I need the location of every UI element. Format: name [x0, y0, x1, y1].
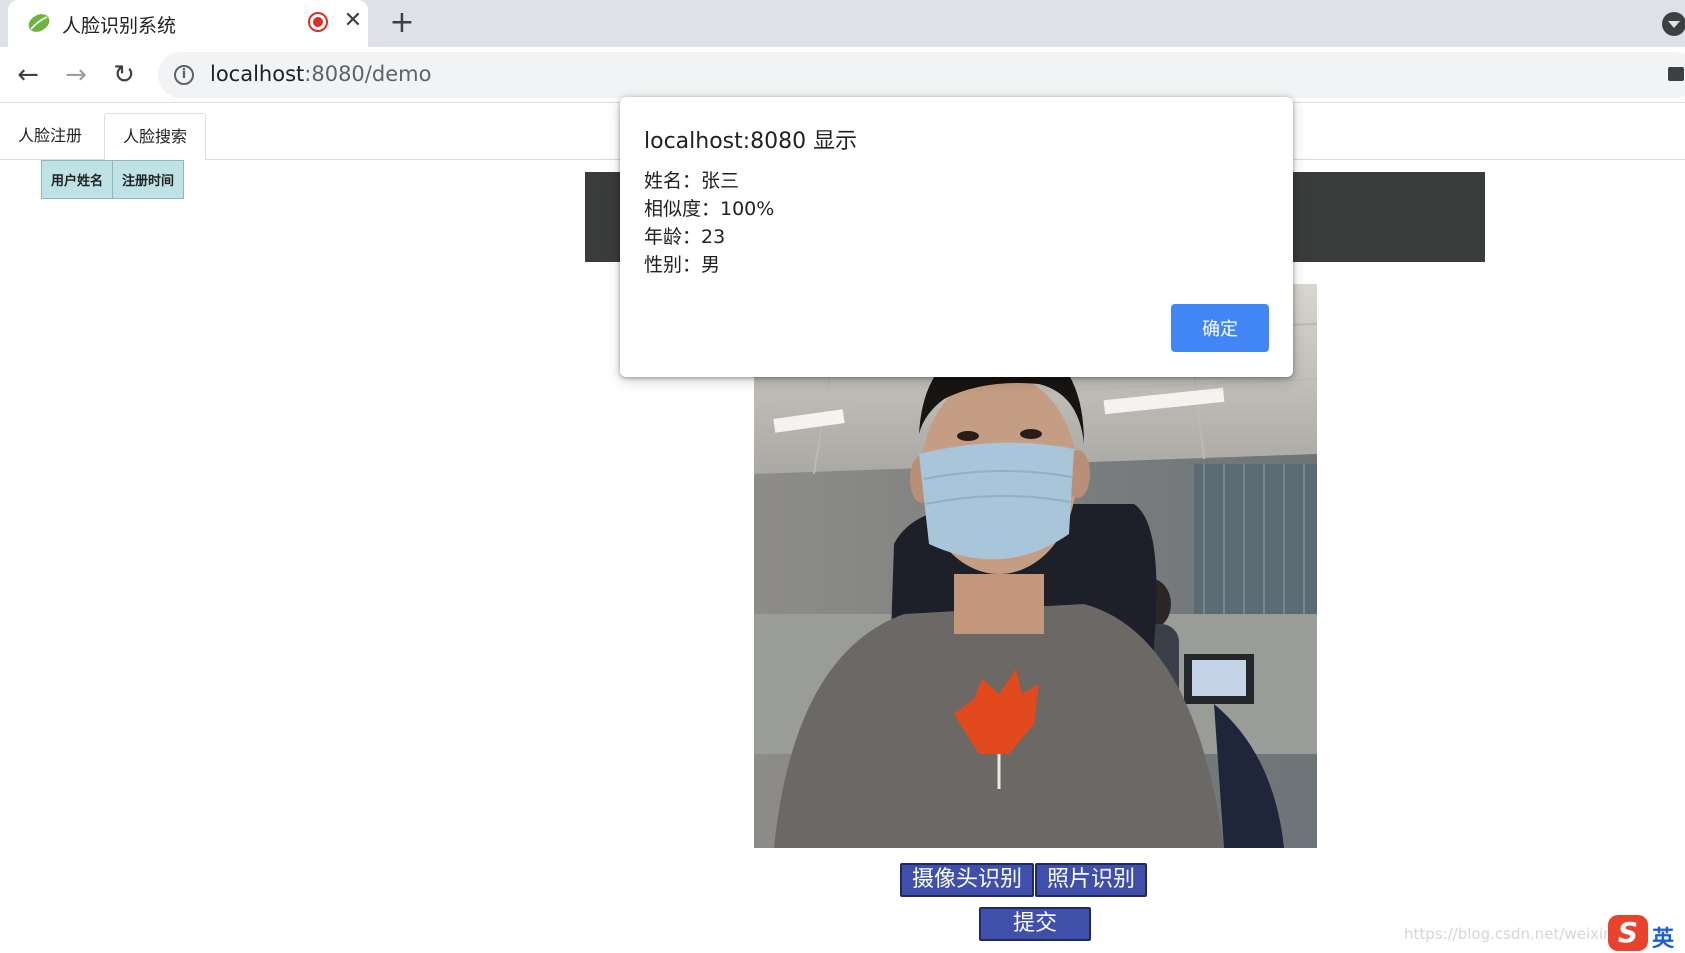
dialog-ok-button[interactable]: 确定 [1171, 304, 1269, 352]
dialog-title: localhost:8080 显示 [644, 129, 858, 154]
recording-icon [308, 12, 328, 32]
browser-toolbar: ← → ↻ i localhost:8080/demo [0, 47, 1685, 103]
alert-dialog: localhost:8080 显示 姓名：张三 相似度：100% 年龄：23 性… [620, 97, 1293, 377]
tab-face-register[interactable]: 人脸注册 [0, 113, 100, 161]
recognition-button-row: 摄像头识别 照片识别 [900, 863, 1148, 897]
url-text: localhost:8080/demo [210, 62, 431, 86]
address-bar[interactable]: i localhost:8080/demo [158, 52, 1685, 98]
tab-search-icon[interactable] [1662, 12, 1685, 36]
new-tab-button[interactable]: + [385, 6, 419, 40]
result-similarity: 相似度：100% [644, 198, 775, 220]
result-name: 姓名：张三 [644, 170, 740, 192]
extension-icon[interactable] [1668, 67, 1684, 81]
back-button[interactable]: ← [10, 57, 46, 93]
camera-recognize-button[interactable]: 摄像头识别 [900, 863, 1035, 897]
browser-tab[interactable]: 人脸识别系统 ✕ [8, 0, 368, 47]
submit-button[interactable]: 提交 [979, 907, 1091, 941]
ime-mode-indicator[interactable]: 英 [1652, 921, 1674, 953]
tab-face-search[interactable]: 人脸搜索 [104, 113, 207, 161]
site-info-icon[interactable]: i [174, 65, 194, 85]
watermark-text: https://blog.csdn.net/weixin_ [1404, 925, 1621, 943]
sogou-ime-icon[interactable]: S [1608, 915, 1648, 951]
dialog-message: 姓名：张三 相似度：100% 年龄：23 性别：男 [644, 167, 774, 279]
column-header-register-time: 注册时间 [112, 160, 185, 199]
reload-button[interactable]: ↻ [106, 57, 142, 93]
close-tab-icon[interactable]: ✕ [340, 8, 366, 34]
table-header-row: 用户姓名 注册时间 [40, 160, 185, 199]
tab-title: 人脸识别系统 [62, 15, 177, 37]
result-age: 年龄：23 [644, 226, 726, 248]
user-table: 用户姓名 注册时间 [40, 160, 185, 199]
result-gender: 性别：男 [644, 254, 721, 276]
spring-leaf-icon [28, 14, 50, 32]
column-header-username: 用户姓名 [40, 160, 114, 199]
browser-tabstrip: 人脸识别系统 ✕ + [0, 0, 1685, 47]
url-host: localhost [210, 62, 305, 86]
forward-button[interactable]: → [58, 57, 94, 93]
photo-recognize-button[interactable]: 照片识别 [1035, 863, 1148, 897]
url-path: :8080/demo [304, 62, 432, 86]
